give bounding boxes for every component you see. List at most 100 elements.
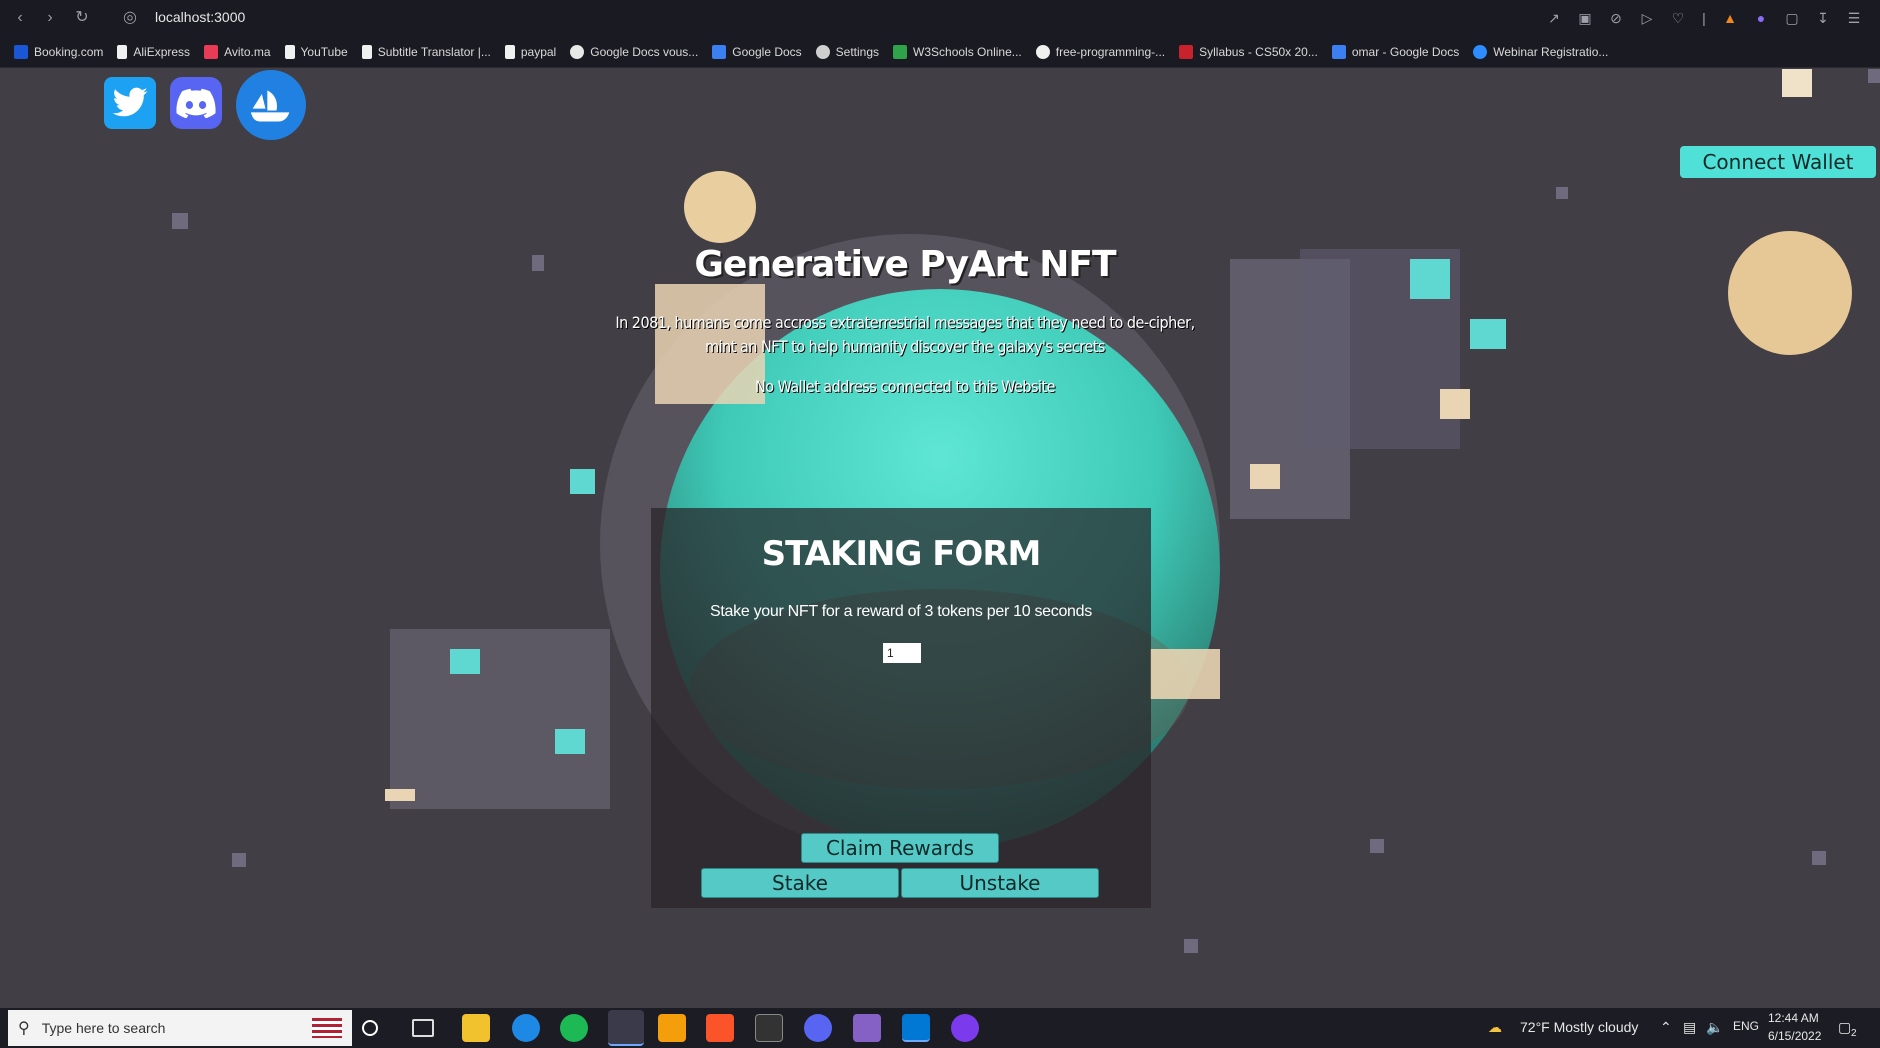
clock-date[interactable]: 6/15/2022	[1768, 1029, 1821, 1043]
booking-icon	[14, 44, 28, 59]
hero-description-line-2: mint an NFT to help humanity discover th…	[705, 337, 1105, 356]
page-icon	[284, 44, 295, 59]
bookmark-paypal[interactable]: paypal	[504, 44, 557, 59]
bookmark-label: Google Docs	[732, 44, 802, 59]
bookmark-label: paypal	[520, 44, 557, 59]
metamask-icon[interactable]: ▲	[1720, 8, 1740, 28]
claim-rewards-button[interactable]: Claim Rewards	[801, 833, 999, 863]
file-explorer-icon[interactable]	[462, 1014, 490, 1042]
heart-icon[interactable]: ♡	[1668, 8, 1688, 28]
ring-debris	[555, 729, 585, 754]
address-bar[interactable]: localhost:3000	[155, 9, 245, 25]
harvard-icon	[1179, 44, 1194, 59]
forward-icon[interactable]: ›	[38, 6, 62, 30]
bookmark-omar-docs[interactable]: omar - Google Docs	[1331, 44, 1460, 59]
ring-debris	[450, 649, 480, 674]
star	[1370, 839, 1384, 853]
browser-toolbar: ‹ › ↻ ◎ localhost:3000 ↗ ▣ ⊘ ▷ ♡ | ▲ ● ▢…	[0, 0, 1880, 36]
block-icon[interactable]: ⊘	[1606, 8, 1626, 28]
bookmark-syllabus[interactable]: Syllabus - CS50x 20...	[1179, 44, 1318, 59]
bookmark-settings[interactable]: Settings	[815, 44, 879, 59]
back-icon[interactable]: ‹	[8, 6, 32, 30]
share-icon[interactable]: ↗	[1544, 8, 1564, 28]
opera-icon[interactable]	[608, 1010, 644, 1046]
opensea-icon[interactable]	[236, 70, 306, 140]
ring-debris	[390, 629, 610, 809]
bookmark-subtitle-translator[interactable]: Subtitle Translator |...	[361, 44, 491, 59]
visual-studio-icon[interactable]	[853, 1014, 881, 1042]
bookmark-label: Avito.ma	[224, 44, 271, 59]
github-icon	[1035, 44, 1050, 59]
stake-button[interactable]: Stake	[701, 868, 899, 898]
camera-icon[interactable]: ▣	[1575, 8, 1595, 28]
clock-time[interactable]: 12:44 AM	[1768, 1011, 1819, 1025]
page-title: Generative PyArt NFT	[694, 244, 1116, 285]
notification-icon[interactable]: ▢	[1838, 1019, 1851, 1036]
app-icon[interactable]	[512, 1014, 540, 1042]
volume-icon[interactable]: 🔈	[1706, 1019, 1723, 1036]
bookmark-google-docs[interactable]: Google Docs	[712, 44, 802, 59]
page-icon	[361, 44, 372, 59]
spotify-icon[interactable]	[560, 1014, 588, 1042]
search-icon: ⚲	[18, 1020, 30, 1037]
bookmark-label: omar - Google Docs	[1351, 44, 1460, 59]
bookmark-w3schools[interactable]: W3Schools Online...	[893, 44, 1022, 59]
menu-icon[interactable]: ☰	[1844, 8, 1864, 28]
bookmark-free-programming[interactable]: free-programming-...	[1035, 44, 1166, 59]
discord-taskbar-icon[interactable]	[804, 1014, 832, 1042]
reload-icon[interactable]: ↻	[70, 6, 94, 30]
page-content: Connect Wallet Generative PyArt NFT In 2…	[0, 69, 1880, 1008]
bookmark-booking[interactable]: Booking.com	[14, 44, 103, 59]
wallet-status-text: No Wallet address connected to this Webs…	[755, 377, 1055, 396]
chevron-up-icon[interactable]: ⌃	[1660, 1019, 1672, 1036]
notification-count: 2	[1851, 1028, 1857, 1039]
ring-debris	[1250, 464, 1280, 489]
moon	[684, 171, 756, 243]
sublime-icon[interactable]	[658, 1014, 686, 1042]
bookmark-label: AliExpress	[133, 44, 191, 59]
github-desktop-icon[interactable]	[951, 1014, 979, 1042]
docs-icon	[1331, 44, 1346, 59]
staking-form: STAKING FORM Stake your NFT for a reward…	[651, 508, 1151, 908]
language-indicator[interactable]: ENG	[1733, 1019, 1759, 1033]
brave-icon[interactable]	[706, 1014, 734, 1042]
bookmarks-bar: Booking.com AliExpress Avito.ma YouTube …	[0, 36, 1880, 68]
play-icon[interactable]: ▷	[1637, 8, 1657, 28]
vscode-icon[interactable]	[902, 1014, 930, 1042]
download-icon[interactable]: ↧	[1813, 8, 1833, 28]
bookmark-label: free-programming-...	[1055, 44, 1166, 59]
discord-icon[interactable]	[170, 77, 222, 129]
divider-icon: |	[1702, 10, 1706, 26]
star	[1184, 939, 1198, 953]
staking-form-description: Stake your NFT for a reward of 3 tokens …	[710, 603, 1092, 620]
bookmark-google-docs-vous[interactable]: Google Docs vous...	[570, 44, 698, 59]
extension-icon[interactable]: ●	[1751, 8, 1771, 28]
star	[1868, 69, 1880, 83]
extensions-cube-icon[interactable]: ▢	[1782, 8, 1802, 28]
gear-icon	[815, 44, 830, 59]
token-id-input[interactable]	[883, 643, 921, 663]
page-icon	[117, 44, 128, 59]
connect-wallet-button[interactable]: Connect Wallet	[1680, 146, 1876, 178]
bookmark-label: Syllabus - CS50x 20...	[1199, 44, 1318, 59]
unstake-button[interactable]: Unstake	[901, 868, 1099, 898]
task-view-icon[interactable]	[412, 1019, 434, 1037]
page-icon	[504, 44, 515, 59]
bookmark-avito[interactable]: Avito.ma	[204, 44, 271, 59]
bookmark-youtube[interactable]: YouTube	[284, 44, 348, 59]
cortana-icon[interactable]	[362, 1020, 378, 1036]
star	[232, 853, 246, 867]
taskbar-search[interactable]: ⚲ Type here to search	[8, 1010, 352, 1046]
bookmark-webinar[interactable]: Webinar Registratio...	[1473, 44, 1609, 59]
bookmark-aliexpress[interactable]: AliExpress	[117, 44, 191, 59]
terminal-icon[interactable]	[755, 1014, 783, 1042]
site-info-icon[interactable]: ◎	[118, 6, 142, 30]
twitter-icon[interactable]	[104, 77, 156, 129]
docs-icon	[712, 44, 727, 59]
hero-description-line-1: In 2081, humans come accross extraterres…	[615, 313, 1195, 332]
bookmark-label: Subtitle Translator |...	[377, 44, 491, 59]
google-icon	[570, 44, 585, 59]
bookmark-label: Webinar Registratio...	[1493, 44, 1609, 59]
weather-text[interactable]: 72°F Mostly cloudy	[1520, 1019, 1638, 1035]
network-icon[interactable]: ▤	[1683, 1019, 1696, 1036]
